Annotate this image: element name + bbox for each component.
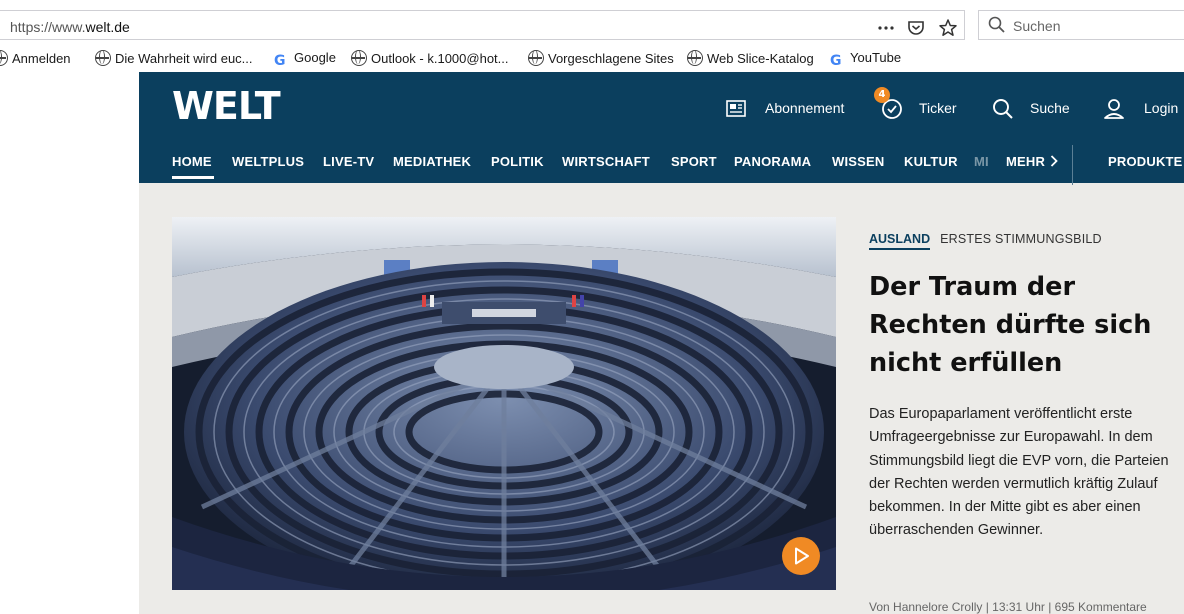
url-bar[interactable]: https://www.welt.de <box>0 10 965 40</box>
search-placeholder: Suchen <box>1013 18 1061 34</box>
article-teaser: Das Europaparlament veröffentlicht erste… <box>869 406 1169 539</box>
globe-icon <box>528 50 544 66</box>
pocket-icon[interactable] <box>906 18 926 38</box>
nav-active-indicator <box>172 176 214 179</box>
nav-item-politik[interactable]: POLITIK <box>491 154 544 169</box>
newspaper-icon <box>725 99 747 122</box>
bookmark-google[interactable]: G Google <box>274 50 336 70</box>
globe-icon <box>687 50 703 66</box>
article-byline: Von Hannelore Crolly | 13:31 Uhr | 695 K… <box>869 600 1147 614</box>
article-section-link[interactable]: AUSLAND <box>869 232 931 250</box>
main-navigation: HOME WELTPLUS LIVE-TV MEDIATHEK POLITIK … <box>139 140 1184 185</box>
bookmark-youtube[interactable]: G YouTube <box>830 50 901 70</box>
site-header: WELT Abonnement Ticker 4 Suche Login HOM… <box>139 72 1184 185</box>
welt-logo[interactable]: WELT <box>172 84 281 128</box>
chevron-right-icon <box>1050 154 1058 169</box>
bookmark-vorgeschlagene-sites[interactable]: Vorgeschlagene Sites <box>528 50 674 70</box>
google-icon: G <box>274 53 286 69</box>
welt-site: WELT Abonnement Ticker 4 Suche Login HOM… <box>139 72 1184 614</box>
page-viewport: WELT Abonnement Ticker 4 Suche Login HOM… <box>0 72 1184 614</box>
article-topic: ERSTES STIMMUNGSBILD <box>940 232 1102 246</box>
nav-item-home[interactable]: HOME <box>172 154 212 169</box>
globe-icon <box>0 50 8 66</box>
nav-item-wirtschaft[interactable]: WIRTSCHAFT <box>562 154 650 169</box>
url-host: welt.de <box>85 19 130 35</box>
nav-divider <box>1072 145 1073 185</box>
nav-item-mediathek[interactable]: MEDIATHEK <box>393 154 471 169</box>
url-text: https://www.welt.de <box>10 19 130 35</box>
user-icon <box>1102 97 1126 124</box>
bookmark-outlook[interactable]: Outlook - k.1000@hot... <box>351 50 509 70</box>
search-icon <box>991 97 1015 124</box>
browser-toolbar: https://www.welt.de Suchen <box>0 7 1184 47</box>
bookmark-web-slice-katalog[interactable]: Web Slice-Katalog <box>687 50 814 70</box>
parliament-hall-photo <box>172 217 836 590</box>
browser-search-field[interactable]: Suchen <box>978 10 1184 40</box>
bookmark-die-wahrheit[interactable]: Die Wahrheit wird euc... <box>95 50 253 70</box>
nav-item-panorama[interactable]: PANORAMA <box>734 154 811 169</box>
article-kicker: AUSLAND ERSTES STIMMUNGSBILD <box>869 232 1102 250</box>
nav-item-mehr[interactable]: MEHR <box>1006 154 1058 169</box>
nav-item-sport[interactable]: SPORT <box>671 154 717 169</box>
nav-item-live-tv[interactable]: LIVE-TV <box>323 154 374 169</box>
globe-icon <box>95 50 111 66</box>
nav-item-wissen[interactable]: WISSEN <box>832 154 884 169</box>
bookmarks-toolbar: Anmelden Die Wahrheit wird euc... G Googl… <box>0 47 1184 72</box>
search-icon <box>987 15 1007 35</box>
nav-item-produkte[interactable]: PRODUKTE <box>1108 154 1183 169</box>
google-icon: G <box>830 53 842 69</box>
article-headline[interactable]: Der Traum der Rechten dürfte sich nicht … <box>869 268 1184 382</box>
ellipsis-icon[interactable] <box>876 18 896 38</box>
nav-item-truncated[interactable]: MI <box>974 154 989 169</box>
play-icon <box>794 547 810 569</box>
url-prefix: https://www. <box>10 19 86 35</box>
globe-icon <box>351 50 367 66</box>
nav-item-kultur[interactable]: KULTUR <box>904 154 958 169</box>
ticker-badge: 4 <box>874 87 890 103</box>
nav-item-weltplus[interactable]: WELTPLUS <box>232 154 304 169</box>
video-play-button[interactable] <box>782 537 820 575</box>
article-hero-image[interactable] <box>172 217 836 590</box>
star-icon[interactable] <box>938 18 958 38</box>
bookmark-anmelden[interactable]: Anmelden <box>0 50 71 70</box>
